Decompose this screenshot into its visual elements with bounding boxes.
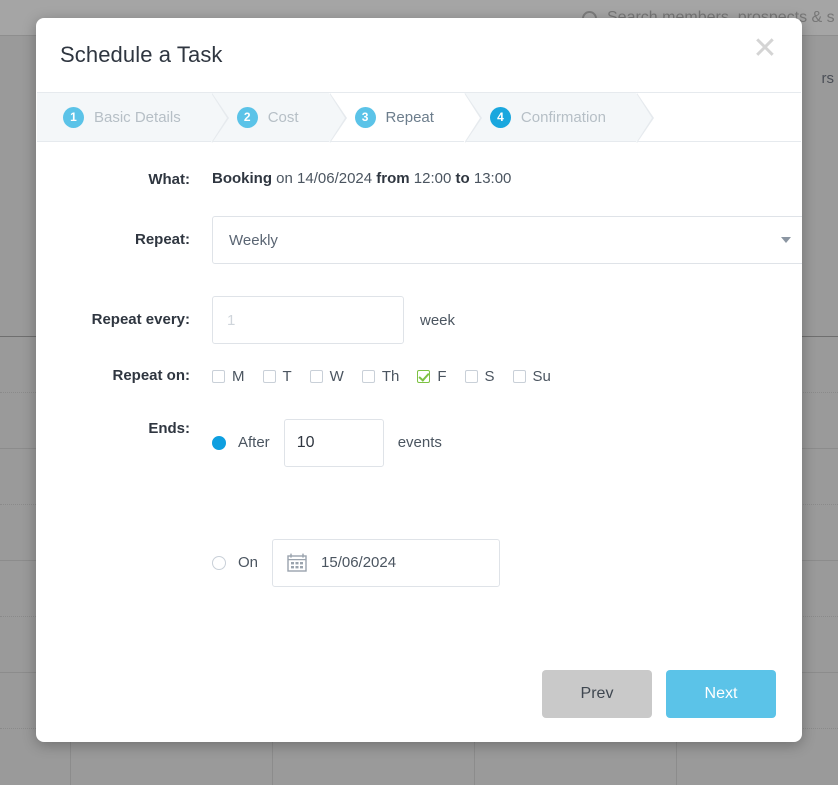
prev-button[interactable]: Prev (542, 670, 652, 718)
checkbox-icon[interactable] (361, 369, 375, 383)
weekday-tuesday[interactable]: T (262, 367, 292, 385)
step-number: 2 (236, 106, 258, 128)
step-number: 3 (354, 106, 376, 128)
ends-on-label: On (238, 554, 259, 571)
ends-after-label: After (238, 434, 270, 451)
ends-label: Ends: (148, 419, 190, 437)
what-type: Booking (212, 170, 272, 187)
repeat-on-label: Repeat on: (112, 367, 190, 385)
ends-row: Ends: After events On (60, 418, 778, 587)
modal-header: Schedule a Task ✕ (36, 18, 802, 92)
modal-body: What: Booking on 14/06/2024 from 12:00 t… (36, 170, 802, 587)
checkbox-icon[interactable] (212, 369, 225, 383)
weekday-label: S (484, 367, 495, 385)
what-to-word: to (455, 170, 470, 187)
close-icon[interactable]: ✕ (748, 32, 782, 66)
weekday-label: Th (381, 367, 400, 385)
wizard-steps: 1 Basic Details 2 Cost 3 Repeat 4 Confir… (37, 92, 801, 143)
step-number: 1 (63, 106, 84, 128)
weekday-label: T (282, 367, 292, 385)
weekday-thursday[interactable]: Th (361, 367, 400, 385)
weekday-sunday[interactable]: Su (512, 367, 551, 385)
checkbox-icon[interactable] (512, 369, 526, 383)
weekday-label: M (232, 367, 245, 385)
repeat-every-input[interactable] (212, 296, 404, 345)
ends-on-date-value: 15/06/2024 (321, 554, 397, 571)
what-label: What: (148, 171, 190, 188)
repeat-frequency-value: Weekly (229, 231, 278, 249)
repeat-every-row: Repeat every: week (60, 296, 778, 345)
what-end-time: 13:00 (473, 170, 512, 187)
weekday-label: F (437, 367, 447, 385)
what-row: What: Booking on 14/06/2024 from 12:00 t… (60, 170, 778, 190)
what-summary: Booking on 14/06/2024 from 12:00 to 13:0… (212, 170, 511, 187)
ends-on-option[interactable]: On 15/06/2024 (212, 538, 778, 587)
calendar-icon (287, 553, 307, 572)
ends-on-date-field[interactable]: 15/06/2024 (272, 538, 501, 587)
wizard-step-confirmation[interactable]: 4 Confirmation (463, 93, 655, 143)
radio-on[interactable] (212, 555, 226, 570)
repeat-label: Repeat: (134, 231, 190, 249)
checkbox-icon[interactable] (309, 369, 323, 383)
checkbox-checked-icon[interactable] (417, 369, 431, 383)
what-from-word: from (376, 170, 410, 187)
repeat-every-label: Repeat every: (91, 311, 190, 329)
what-on-word: on (276, 170, 293, 187)
weekday-label: Su (532, 367, 551, 385)
checkbox-icon[interactable] (262, 369, 276, 383)
wizard-step-repeat[interactable]: 3 Repeat (328, 93, 483, 143)
ends-after-option[interactable]: After events (212, 418, 778, 467)
what-date: 14/06/2024 (297, 170, 373, 187)
checkbox-icon[interactable] (464, 369, 478, 383)
step-label: Repeat (385, 108, 434, 126)
schedule-task-modal: Schedule a Task ✕ 1 Basic Details 2 Cost… (36, 18, 802, 742)
weekday-monday[interactable]: M (212, 368, 245, 385)
next-button[interactable]: Next (666, 670, 776, 718)
weekday-friday[interactable]: F (417, 367, 447, 385)
repeat-frequency-select[interactable]: Weekly (212, 216, 802, 265)
step-label: Basic Details (94, 108, 181, 126)
step-number: 4 (489, 106, 511, 128)
ends-after-count-input[interactable] (283, 418, 384, 467)
page-title: Schedule a Task (60, 42, 223, 67)
what-start-time: 12:00 (413, 170, 452, 187)
ends-after-unit: events (397, 434, 442, 451)
wizard-steps-tail (635, 93, 801, 143)
modal-footer: Prev Next (36, 670, 802, 742)
weekday-label: W (329, 367, 344, 385)
radio-after[interactable] (212, 435, 226, 450)
repeat-every-unit: week (420, 311, 456, 329)
weekday-checkbox-group: M T W Th F S Su (212, 368, 778, 385)
weekday-wednesday[interactable]: W (309, 367, 344, 385)
repeat-on-row: Repeat on: M T W Th F S Su (60, 366, 778, 386)
chevron-down-icon (781, 237, 791, 244)
step-label: Cost (267, 108, 299, 126)
wizard-step-basic-details[interactable]: 1 Basic Details (37, 93, 229, 143)
weekday-saturday[interactable]: S (464, 367, 495, 385)
step-label: Confirmation (520, 108, 606, 126)
repeat-row: Repeat: Weekly (60, 216, 802, 265)
background-text-fragment: rs (821, 70, 835, 87)
